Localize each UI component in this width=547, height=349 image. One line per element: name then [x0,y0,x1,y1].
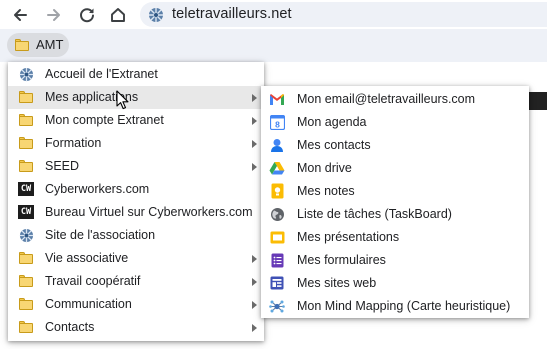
menu-item-label: Communication [45,297,132,311]
folder-icon [18,135,34,151]
mindmap-icon [269,298,285,314]
forward-button[interactable] [42,3,66,27]
menu-item-label: Bureau Virtuel sur Cyberworkers.com [45,205,253,219]
folder-icon [18,250,34,266]
back-button[interactable] [8,3,32,27]
cw-icon: CW [18,204,34,220]
folder-icon [18,296,34,312]
folder-icon [18,112,34,128]
site-logo-icon [149,8,163,22]
reload-button[interactable] [75,3,99,27]
submenu-item-label: Mon email@teletravailleurs.com [297,92,476,106]
menu-item-label: Vie associative [45,251,129,265]
menu-item-formation[interactable]: Formation [8,132,264,155]
menu-item-vie-associative[interactable]: Vie associative [8,247,264,270]
home-button[interactable] [106,3,130,27]
submenu-item-sites-web[interactable]: Mes sites web [261,272,529,295]
submenu-item-email[interactable]: Mon email@teletravailleurs.com [261,88,529,111]
home-icon [111,8,125,22]
menu-item-label: Contacts [45,320,95,334]
menu-item-cyberworkers[interactable]: CW Cyberworkers.com [8,178,264,201]
bookmark-folder-menu: Accueil de l'Extranet Mes applications M… [8,62,264,341]
submenu-item-drive[interactable]: Mon drive [261,157,529,180]
menu-item-label: Mon compte Extranet [45,113,164,127]
submenu-item-label: Liste de tâches (TaskBoard) [297,207,452,221]
submenu-arrow-icon [252,163,257,171]
menu-item-mes-applications[interactable]: Mes applications [8,86,264,109]
menu-item-label: Travail coopératif [45,274,141,288]
gmail-icon [269,91,285,107]
submenu-item-agenda[interactable]: 8 Mon agenda [261,111,529,134]
drive-icon [269,160,285,176]
calendar-icon: 8 [269,114,285,130]
menu-item-site-association[interactable]: Site de l'association [8,224,264,247]
address-bar[interactable]: teletravailleurs.net [140,2,547,27]
forms-icon [269,252,285,268]
submenu-item-label: Mon Mind Mapping (Carte heuristique) [297,299,511,313]
submenu-item-label: Mes sites web [297,276,377,290]
submenu-arrow-icon [252,324,257,332]
menu-item-label: Site de l'association [45,228,156,242]
mouse-cursor-icon [116,90,129,110]
menu-item-accueil-extranet[interactable]: Accueil de l'Extranet [8,63,264,86]
menu-item-travail-cooperatif[interactable]: Travail coopératif [8,270,264,293]
submenu-arrow-icon [252,301,257,309]
folder-icon [18,158,34,174]
submenu-mes-applications: Mon email@teletravailleurs.com 8 Mon age… [261,86,529,318]
bookmark-folder-amt[interactable]: AMT [7,33,69,57]
submenu-item-mind-mapping[interactable]: Mon Mind Mapping (Carte heuristique) [261,295,529,318]
arrow-left-icon [14,9,27,21]
contacts-icon [269,137,285,153]
svg-text:8: 8 [275,119,280,129]
slides-icon [269,229,285,245]
submenu-item-taskboard[interactable]: Liste de tâches (TaskBoard) [261,203,529,226]
menu-item-communication[interactable]: Communication [8,293,264,316]
submenu-item-label: Mes formulaires [297,253,386,267]
menu-item-seed[interactable]: SEED [8,155,264,178]
menu-item-bureau-virtuel[interactable]: CW Bureau Virtuel sur Cyberworkers.com [8,201,264,224]
menu-item-label: Formation [45,136,102,150]
submenu-arrow-icon [252,94,257,102]
submenu-item-contacts[interactable]: Mes contacts [261,134,529,157]
sites-icon [269,275,285,291]
browser-toolbar: teletravailleurs.net [0,0,547,29]
menu-item-label: Cyberworkers.com [45,182,150,196]
menu-item-label: SEED [45,159,80,173]
submenu-item-formulaires[interactable]: Mes formulaires [261,249,529,272]
folder-icon [18,89,34,105]
site-logo-icon [18,66,34,82]
site-logo-icon [18,227,34,243]
submenu-item-notes[interactable]: Mes notes [261,180,529,203]
submenu-arrow-icon [252,255,257,263]
submenu-item-label: Mon drive [297,161,352,175]
bookmarks-bar: AMT [0,29,547,62]
submenu-item-label: Mes présentations [297,230,400,244]
folder-icon [15,39,29,51]
submenu-arrow-icon [252,140,257,148]
submenu-item-label: Mes contacts [297,138,371,152]
submenu-arrow-icon [252,278,257,286]
folder-icon [18,273,34,289]
menu-item-mon-compte-extranet[interactable]: Mon compte Extranet [8,109,264,132]
folder-icon [18,319,34,335]
submenu-item-presentations[interactable]: Mes présentations [261,226,529,249]
submenu-item-label: Mon agenda [297,115,367,129]
menu-item-label: Accueil de l'Extranet [45,67,158,81]
arrow-right-icon [47,9,60,21]
cw-icon: CW [18,181,34,197]
menu-item-contacts[interactable]: Contacts [8,316,264,339]
keep-icon [269,183,285,199]
globe-icon [269,206,285,222]
url-text: teletravailleurs.net [172,6,292,22]
reload-icon [80,8,94,23]
submenu-item-label: Mes notes [297,184,355,198]
bookmark-folder-label: AMT [36,37,64,52]
submenu-arrow-icon [252,117,257,125]
